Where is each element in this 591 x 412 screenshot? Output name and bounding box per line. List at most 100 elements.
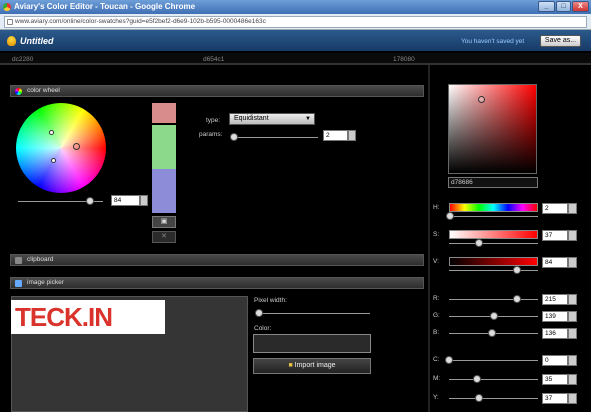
- image-picker-title: image picker: [27, 279, 64, 286]
- page-icon: [7, 19, 13, 25]
- chevron-down-icon: ▼: [305, 116, 311, 122]
- palette-icon-button[interactable]: ▣: [152, 216, 176, 228]
- save-as-button[interactable]: Save as...: [540, 35, 581, 47]
- channel-h-slider-track[interactable]: [449, 216, 538, 217]
- wheel-marker-1[interactable]: [49, 130, 54, 135]
- channel-y-slider-knob[interactable]: [475, 394, 483, 402]
- channel-b-field[interactable]: 136: [542, 328, 568, 339]
- url-text: www.aviary.com/online/color-swatches?gui…: [15, 18, 266, 25]
- channel-b-label: B:: [433, 329, 440, 336]
- folder-icon: ■: [288, 362, 293, 369]
- color-label: Color:: [254, 325, 272, 332]
- channel-b-slider-knob[interactable]: [488, 329, 496, 337]
- brightness-spinner[interactable]: [140, 195, 148, 206]
- channel-s-label: S:: [433, 231, 440, 238]
- hex-field[interactable]: d78686: [448, 177, 538, 188]
- watermark-text: TECK.IN: [15, 302, 113, 332]
- channel-y-spinner[interactable]: [568, 393, 577, 404]
- channel-s-gradient[interactable]: [449, 230, 538, 239]
- channel-y-field[interactable]: 37: [542, 393, 568, 404]
- image-picker-icon: [15, 280, 22, 287]
- channel-r-label: R:: [433, 295, 440, 302]
- swatch-bar: dc2280 d654c1 178080: [0, 53, 591, 65]
- channel-s-slider-knob[interactable]: [475, 239, 483, 247]
- channel-v-slider-knob[interactable]: [513, 266, 521, 274]
- swatch-hex-2[interactable]: d654c1: [203, 56, 224, 63]
- channel-y-label: Y:: [433, 394, 439, 401]
- params-slider-knob[interactable]: [230, 133, 238, 141]
- channel-s-field[interactable]: 37: [542, 230, 568, 241]
- channel-g-spinner[interactable]: [568, 311, 577, 322]
- brightness-field[interactable]: 84: [111, 195, 140, 206]
- channel-b-spinner[interactable]: [568, 328, 577, 339]
- save-status: You haven't saved yet: [461, 38, 525, 45]
- channel-v-field[interactable]: 84: [542, 257, 568, 268]
- document-title[interactable]: Untitled: [20, 36, 54, 46]
- color-wheel[interactable]: [16, 103, 106, 193]
- channel-c-label: C:: [433, 356, 440, 363]
- params-slider-track[interactable]: [232, 137, 318, 138]
- maximize-button[interactable]: □: [556, 1, 571, 12]
- column-divider: [428, 65, 430, 412]
- clipboard-icon: [15, 257, 22, 264]
- saturation-value-square[interactable]: [448, 84, 537, 174]
- window-titlebar: Aviary's Color Editor - Toucan - Google …: [0, 0, 591, 14]
- pixel-width-slider-track[interactable]: [258, 313, 370, 314]
- swatch-2[interactable]: [152, 125, 176, 169]
- swatch-1[interactable]: [152, 103, 176, 123]
- color-wheel-header[interactable]: color wheel: [10, 85, 424, 97]
- channel-r-spinner[interactable]: [568, 294, 577, 305]
- close-button[interactable]: X: [572, 1, 589, 12]
- pixel-width-slider-knob[interactable]: [255, 309, 263, 317]
- channel-v-spinner[interactable]: [568, 257, 577, 268]
- channel-m-slider-track[interactable]: [449, 379, 538, 380]
- channel-v-gradient[interactable]: [449, 257, 538, 266]
- toucan-logo-icon: [7, 36, 16, 46]
- channel-h-slider-knob[interactable]: [446, 212, 454, 220]
- color-wheel-icon: [15, 88, 22, 95]
- params-field[interactable]: 2: [323, 130, 348, 141]
- swatch-hex-1[interactable]: dc2280: [12, 56, 33, 63]
- clipboard-title: clipboard: [27, 256, 54, 263]
- address-bar: www.aviary.com/online/color-swatches?gui…: [0, 14, 591, 30]
- channel-g-field[interactable]: 139: [542, 311, 568, 322]
- channel-c-slider-track[interactable]: [449, 360, 538, 361]
- channel-r-slider-track[interactable]: [449, 299, 538, 300]
- channel-r-field[interactable]: 215: [542, 294, 568, 305]
- delete-icon-button[interactable]: ✕: [152, 231, 176, 243]
- channel-c-slider-knob[interactable]: [445, 356, 453, 364]
- sv-marker[interactable]: [478, 96, 485, 103]
- channel-h-gradient[interactable]: [449, 203, 538, 212]
- params-spinner[interactable]: [348, 130, 356, 141]
- image-picker-header[interactable]: image picker: [10, 277, 424, 289]
- channel-c-field[interactable]: 0: [542, 355, 568, 366]
- clipboard-header[interactable]: clipboard: [10, 254, 424, 266]
- picked-color-swatch: [253, 334, 371, 353]
- import-image-button[interactable]: ■ Import image: [253, 358, 371, 374]
- brightness-slider-knob[interactable]: [86, 197, 94, 205]
- type-select[interactable]: Equidistant ▼: [229, 113, 315, 125]
- channel-r-slider-knob[interactable]: [513, 295, 521, 303]
- wheel-marker-2[interactable]: [73, 143, 80, 150]
- app-header: Untitled You haven't saved yet Save as..…: [0, 30, 591, 52]
- minimize-button[interactable]: _: [538, 1, 555, 12]
- channel-m-label: M:: [433, 375, 441, 382]
- window-title: Aviary's Color Editor - Toucan - Google …: [14, 2, 196, 11]
- channel-s-spinner[interactable]: [568, 230, 577, 241]
- swatch-3[interactable]: [152, 169, 176, 213]
- channel-m-field[interactable]: 35: [542, 374, 568, 385]
- swatch-hex-3[interactable]: 178080: [393, 56, 415, 63]
- channel-g-slider-knob[interactable]: [490, 312, 498, 320]
- channel-m-spinner[interactable]: [568, 374, 577, 385]
- type-select-value: Equidistant: [234, 115, 269, 122]
- channel-v-slider-track[interactable]: [449, 270, 538, 271]
- channel-m-slider-knob[interactable]: [473, 375, 481, 383]
- channel-h-field[interactable]: 2: [542, 203, 568, 214]
- url-field[interactable]: www.aviary.com/online/color-swatches?gui…: [4, 16, 587, 28]
- channel-h-spinner[interactable]: [568, 203, 577, 214]
- channel-s-slider-track[interactable]: [449, 243, 538, 244]
- wheel-marker-3[interactable]: [51, 158, 56, 163]
- color-wheel-title: color wheel: [27, 87, 60, 94]
- channel-c-spinner[interactable]: [568, 355, 577, 366]
- channel-y-slider-track[interactable]: [449, 398, 538, 399]
